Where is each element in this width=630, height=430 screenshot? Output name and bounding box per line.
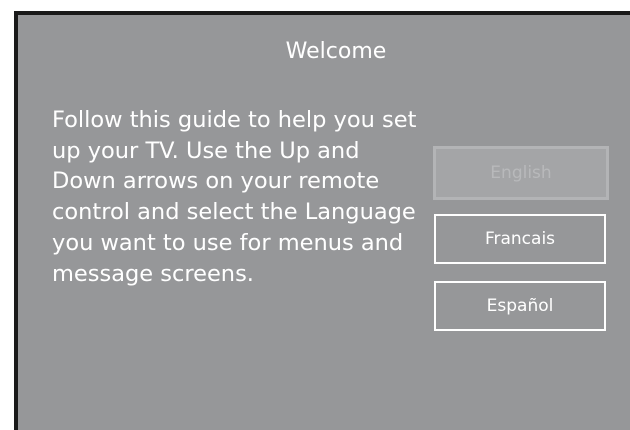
- language-button-espanol[interactable]: Español: [434, 281, 606, 331]
- language-button-label: English: [490, 163, 552, 183]
- language-button-label: Español: [486, 296, 554, 316]
- screen-title: Welcome: [285, 39, 387, 64]
- guide-text: Follow this guide to help you set up you…: [52, 107, 417, 287]
- language-button-francais[interactable]: Francais: [434, 214, 606, 264]
- setup-screen: Welcome Follow this guide to help you se…: [18, 15, 630, 430]
- tv-frame: Welcome Follow this guide to help you se…: [14, 11, 630, 430]
- language-button-label: Francais: [484, 229, 556, 249]
- language-button-english[interactable]: English: [433, 146, 609, 200]
